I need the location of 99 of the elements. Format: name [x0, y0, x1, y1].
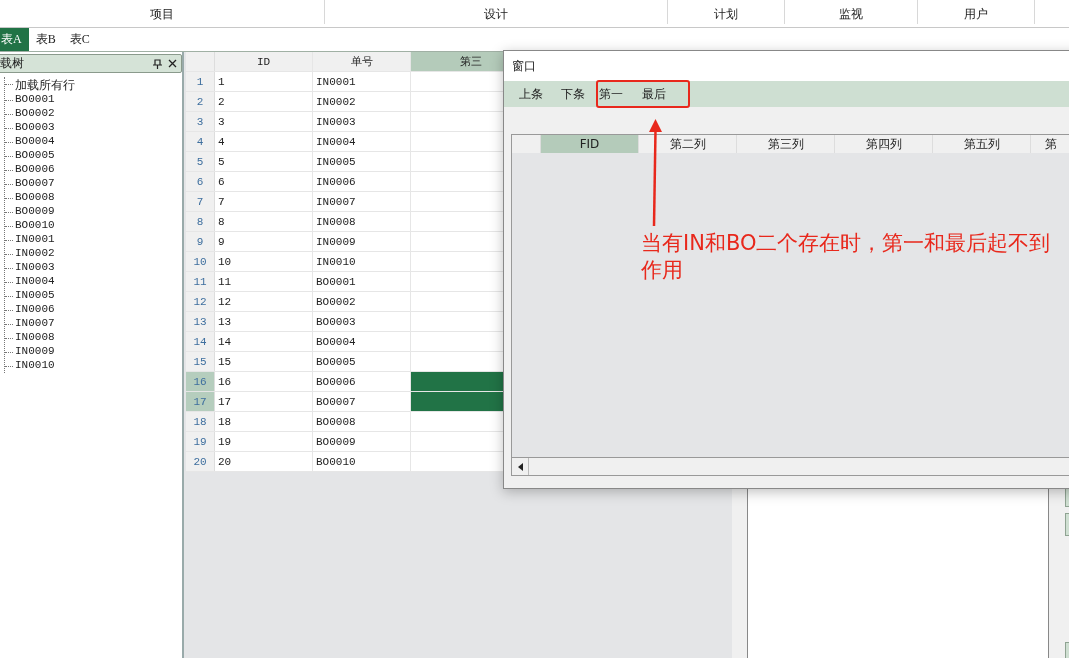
ribbon-group-label: 计划	[714, 6, 738, 23]
toolbar-button[interactable]: 第一	[598, 83, 631, 105]
table-cell: 11	[215, 272, 313, 291]
table-cell: 12	[215, 292, 313, 311]
tree-item[interactable]: IN0008	[5, 331, 75, 345]
tree-item[interactable]: BO0005	[5, 149, 75, 163]
toolbar-button[interactable]: 最后	[641, 83, 674, 105]
sheet-tab[interactable]: 表B	[28, 28, 63, 51]
table-cell: IN0006	[313, 172, 411, 191]
table-cell: 3	[215, 112, 313, 131]
table-cell: BO0001	[313, 272, 411, 291]
table-cell: 8	[215, 212, 313, 231]
table-cell: BO0008	[313, 412, 411, 431]
row-number[interactable]: 15	[186, 352, 215, 371]
column-header[interactable]: FID	[541, 135, 639, 153]
table-cell: 10	[215, 252, 313, 271]
annotation-text: 当有IN和BO二个存在时，第一和最后起不到作用	[641, 230, 1052, 284]
table-cell: BO0002	[313, 292, 411, 311]
ribbon-group-label: 用户	[964, 6, 988, 23]
table-cell: IN0002	[313, 92, 411, 111]
tree-item[interactable]: IN0002	[5, 247, 75, 261]
table-cell: IN0004	[313, 132, 411, 151]
row-number[interactable]: 8	[186, 212, 215, 231]
column-header[interactable]: 第五列	[933, 135, 1031, 153]
column-header[interactable]: 第三列	[737, 135, 835, 153]
ribbon-group-label: 项目	[150, 6, 174, 23]
table-cell: BO0005	[313, 352, 411, 371]
table-cell: BO0004	[313, 332, 411, 351]
tree-item[interactable]: BO0003	[5, 121, 75, 135]
tree-item[interactable]: BO0002	[5, 107, 75, 121]
tree-item[interactable]: BO0008	[5, 191, 75, 205]
tree-item[interactable]: IN0007	[5, 317, 75, 331]
column-header[interactable]: 第四列	[835, 135, 933, 153]
table-cell: 2	[215, 92, 313, 111]
table-cell: IN0001	[313, 72, 411, 91]
sheet-tab[interactable]: 表A	[0, 28, 29, 51]
tree-item[interactable]: BO0009	[5, 205, 75, 219]
table-cell: BO0003	[313, 312, 411, 331]
panel-title: 载树	[0, 55, 25, 72]
ribbon-group-label: 设计	[484, 6, 508, 23]
table-cell: 17	[215, 392, 313, 411]
table-cell: 15	[215, 352, 313, 371]
table-cell: IN0005	[313, 152, 411, 171]
row-number[interactable]: 14	[186, 332, 215, 351]
toolbar-button[interactable]: 下条	[552, 83, 594, 105]
tree-item[interactable]: BO0004	[5, 135, 75, 149]
row-number[interactable]: 11	[186, 272, 215, 291]
table-cell: BO0010	[313, 452, 411, 471]
table-cell: 4	[215, 132, 313, 151]
table-cell: 5	[215, 152, 313, 171]
column-header[interactable]: 第二列	[639, 135, 737, 153]
row-number[interactable]: 20	[186, 452, 215, 471]
row-number[interactable]: 13	[186, 312, 215, 331]
row-number[interactable]: 19	[186, 432, 215, 451]
table-cell: 19	[215, 432, 313, 451]
tree-item[interactable]: BO0007	[5, 177, 75, 191]
row-number[interactable]: 6	[186, 172, 215, 191]
row-number[interactable]: 3	[186, 112, 215, 131]
row-number[interactable]: 4	[186, 132, 215, 151]
table-cell: 13	[215, 312, 313, 331]
ribbon-group-label: 监视	[839, 6, 863, 23]
row-number[interactable]: 9	[186, 232, 215, 251]
row-number[interactable]: 18	[186, 412, 215, 431]
row-number[interactable]: 12	[186, 292, 215, 311]
table-cell: 14	[215, 332, 313, 351]
row-number[interactable]: 10	[186, 252, 215, 271]
toolbar-button[interactable]: 上条	[510, 83, 552, 105]
row-number[interactable]: 5	[186, 152, 215, 171]
table-cell: 20	[215, 452, 313, 471]
window-title: 窗口	[504, 51, 1069, 81]
tree-item[interactable]: IN0005	[5, 289, 75, 303]
table-cell: IN0010	[313, 252, 411, 271]
row-number[interactable]: 7	[186, 192, 215, 211]
tree-item[interactable]: IN0010	[5, 359, 75, 373]
tree-item[interactable]: 加载所有行	[5, 77, 75, 93]
tree-item[interactable]: IN0001	[5, 233, 75, 247]
table-cell: 9	[215, 232, 313, 251]
table-cell: 18	[215, 412, 313, 431]
tree-item[interactable]: BO0001	[5, 93, 75, 107]
table-cell: BO0009	[313, 432, 411, 451]
column-header[interactable]: 第	[1031, 135, 1069, 153]
tree-item[interactable]: IN0009	[5, 345, 75, 359]
sheet-tab[interactable]: 表C	[62, 28, 97, 51]
table-cell: IN0009	[313, 232, 411, 251]
tree-item[interactable]: IN0006	[5, 303, 75, 317]
table-cell: IN0007	[313, 192, 411, 211]
table-cell: IN0008	[313, 212, 411, 231]
table-cell: 6	[215, 172, 313, 191]
tree-item[interactable]: BO0006	[5, 163, 75, 177]
table-cell: 16	[215, 372, 313, 391]
table-cell: IN0003	[313, 112, 411, 131]
column-header[interactable]: ID	[215, 52, 313, 71]
tree-item[interactable]: BO0010	[5, 219, 75, 233]
table-cell: 7	[215, 192, 313, 211]
row-number[interactable]: 2	[186, 92, 215, 111]
row-number[interactable]: 1	[186, 72, 215, 91]
tree-item[interactable]: IN0004	[5, 275, 75, 289]
table-cell: 1	[215, 72, 313, 91]
tree-item[interactable]: IN0003	[5, 261, 75, 275]
